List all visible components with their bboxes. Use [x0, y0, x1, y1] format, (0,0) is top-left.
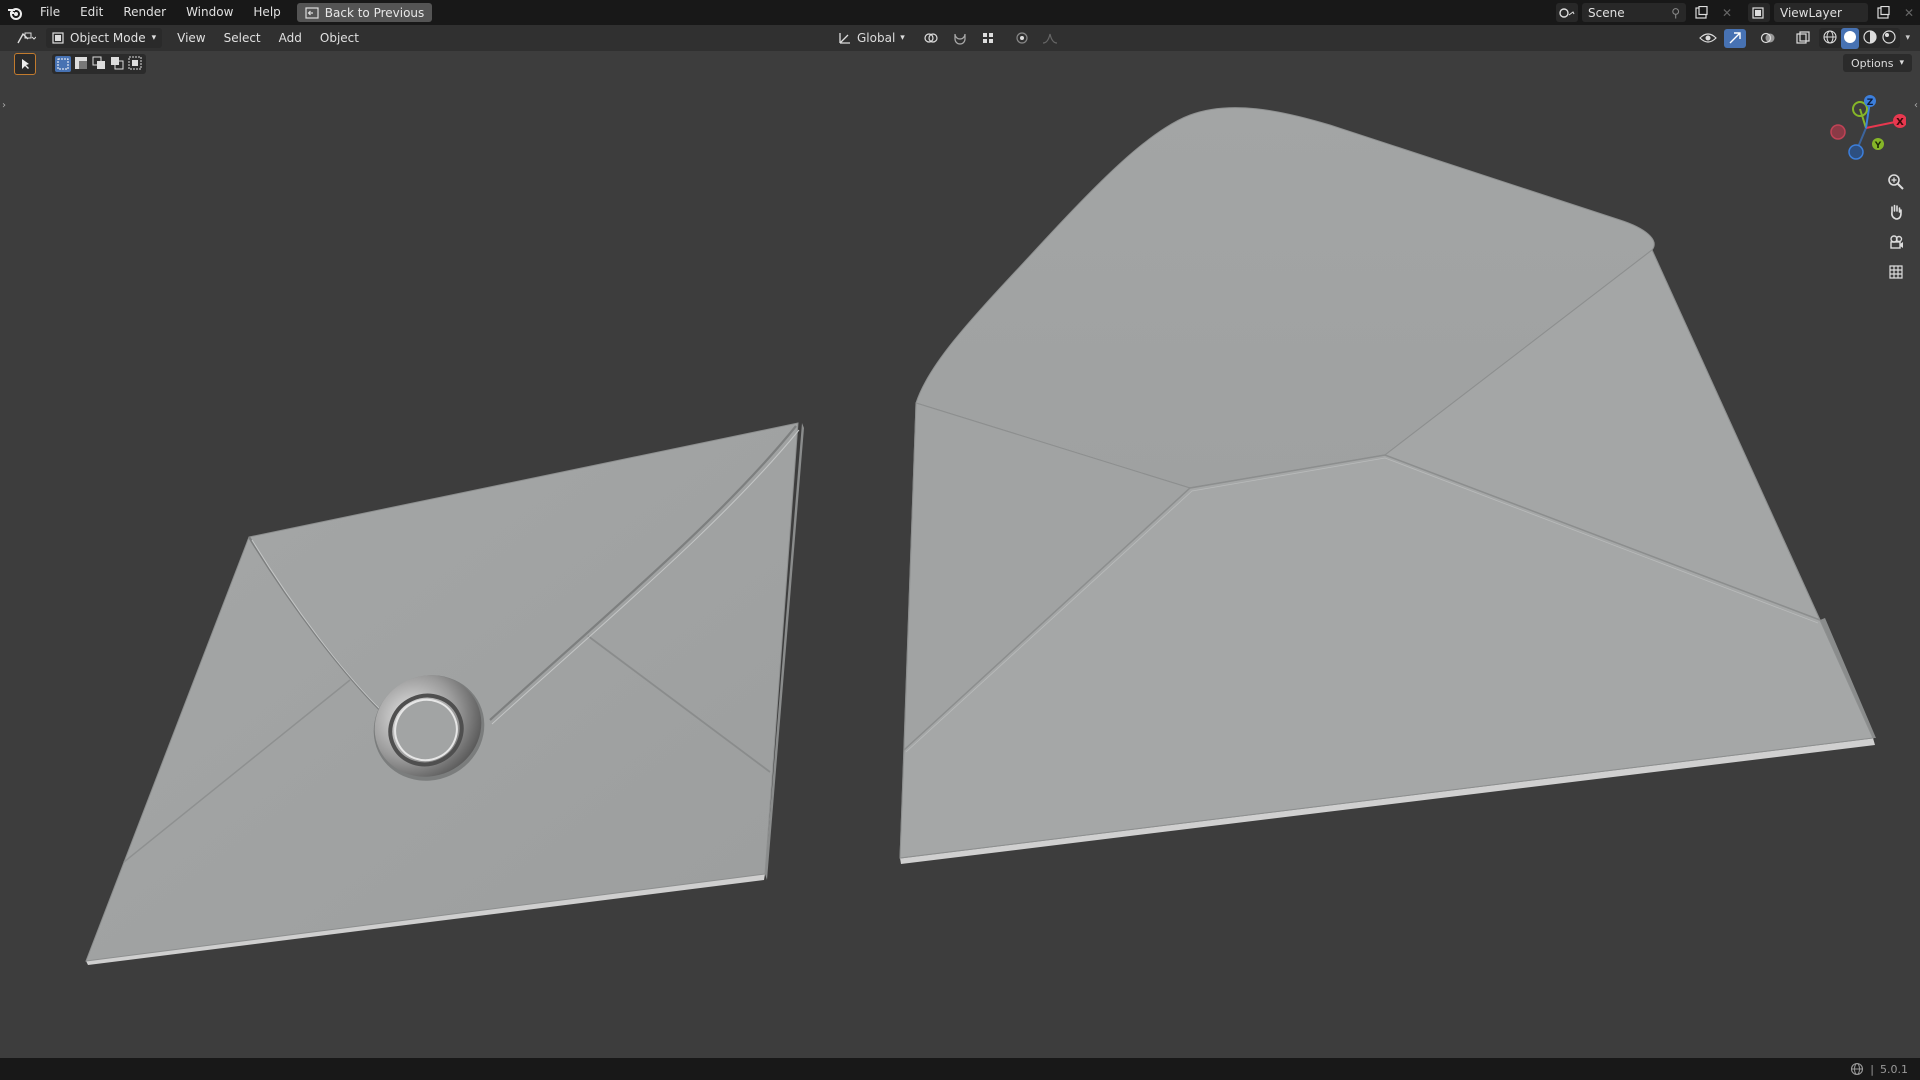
menu-object[interactable]: Object — [311, 25, 368, 51]
back-icon — [305, 6, 319, 19]
menu-file[interactable]: File — [30, 0, 70, 25]
object-mode-icon — [52, 32, 64, 44]
menu-help[interactable]: Help — [243, 0, 290, 25]
menu-render[interactable]: Render — [113, 0, 176, 25]
solid-shading-icon[interactable] — [1841, 27, 1860, 49]
neg-x-axis-icon[interactable] — [1830, 124, 1846, 140]
overlays-icon[interactable] — [1757, 29, 1779, 48]
object-mode-dropdown[interactable]: Object Mode ▾ — [46, 28, 163, 48]
transform-orientation-label: Global — [857, 31, 896, 45]
scene-name-field[interactable]: Scene ⚲ — [1582, 3, 1686, 22]
wireframe-shading-icon[interactable] — [1822, 29, 1838, 48]
version-label: 5.0.1 — [1880, 1062, 1908, 1076]
svg-text:Z: Z — [1867, 98, 1874, 108]
menu-view[interactable]: View — [168, 25, 214, 51]
object-mode-label: Object Mode — [70, 31, 146, 45]
editor-type-icon[interactable] — [12, 29, 40, 48]
rendered-shading-icon[interactable] — [1881, 29, 1897, 48]
menu-select[interactable]: Select — [215, 25, 270, 51]
svg-text:X: X — [1896, 117, 1904, 128]
delete-view-layer-icon[interactable]: ✕ — [1898, 3, 1920, 22]
grid-icon[interactable] — [1884, 260, 1908, 284]
svg-text:Y: Y — [1874, 141, 1882, 151]
status-separator: | — [1870, 1062, 1874, 1076]
hand-icon[interactable] — [1884, 200, 1908, 224]
open-envelope[interactable] — [899, 107, 1876, 864]
pin-icon[interactable]: ⚲ — [1671, 6, 1680, 20]
falloff-icon[interactable] — [1039, 29, 1061, 48]
scene-selector-icon[interactable] — [1556, 3, 1578, 22]
chevron-down-icon: ▾ — [151, 33, 157, 43]
back-to-previous-button[interactable]: Back to Previous — [296, 3, 433, 22]
chevron-down-icon: ▾ — [900, 33, 905, 43]
new-scene-icon[interactable] — [1690, 3, 1712, 22]
view-layer-selector-icon[interactable] — [1748, 3, 1770, 22]
view-layer-name: ViewLayer — [1780, 5, 1842, 20]
delete-scene-icon[interactable]: ✕ — [1716, 3, 1738, 22]
back-to-previous-label: Back to Previous — [324, 5, 425, 20]
blender-logo-icon[interactable] — [6, 4, 24, 22]
neg-z-axis-icon[interactable] — [1848, 144, 1864, 160]
menu-add[interactable]: Add — [270, 25, 311, 51]
menu-edit[interactable]: Edit — [70, 0, 113, 25]
orientation-icon — [839, 33, 850, 44]
camera-icon[interactable] — [1884, 230, 1908, 254]
new-view-layer-icon[interactable] — [1872, 3, 1894, 22]
proportional-editing-icon[interactable] — [1011, 29, 1033, 48]
material-shading-icon[interactable] — [1862, 29, 1878, 48]
sealed-envelope[interactable] — [85, 422, 804, 965]
shading-options-chevron-icon[interactable]: ▾ — [1905, 33, 1910, 43]
visibility-icon[interactable] — [1697, 29, 1719, 48]
viewport-header: Object Mode ▾ View Select Add Object Glo… — [0, 25, 1920, 51]
zoom-icon[interactable] — [1884, 170, 1908, 194]
snap-target-icon[interactable] — [977, 29, 999, 48]
network-icon[interactable] — [1850, 1062, 1864, 1076]
gizmo-toggle-icon[interactable] — [1724, 28, 1747, 48]
scene-name: Scene — [1588, 5, 1625, 20]
viewport-scene[interactable] — [0, 51, 1920, 1058]
transform-orientation-dropdown[interactable]: Global ▾ — [838, 31, 905, 45]
xray-icon[interactable] — [1792, 29, 1814, 48]
top-bar: File Edit Render Window Help Back to Pre… — [0, 0, 1920, 25]
menu-window[interactable]: Window — [176, 0, 243, 25]
shading-modes — [1819, 27, 1901, 49]
axis-gizmo[interactable]: X Y Z — [1826, 92, 1906, 164]
snap-icon[interactable] — [949, 29, 971, 48]
view-layer-field[interactable]: ViewLayer — [1774, 3, 1868, 22]
pivot-point-icon[interactable] — [921, 29, 943, 48]
status-bar: | 5.0.1 — [0, 1058, 1920, 1080]
